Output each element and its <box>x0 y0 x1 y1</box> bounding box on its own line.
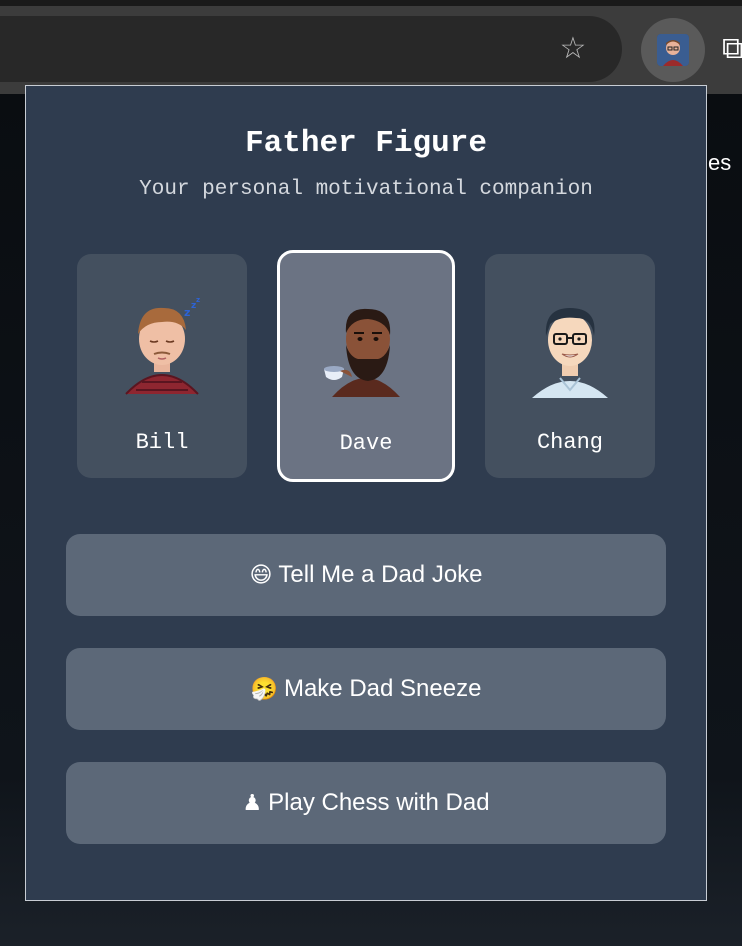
svg-text:z: z <box>196 296 200 304</box>
dad-name-bill: Bill <box>135 430 189 455</box>
page-partial-text: es <box>708 150 732 175</box>
star-icon[interactable]: ☆ <box>556 32 590 66</box>
dad-name-chang: Chang <box>536 430 603 455</box>
chess-label: Play Chess with Dad <box>268 789 490 816</box>
dad-joke-button[interactable]: 😄 Tell Me a Dad Joke <box>66 534 666 616</box>
dad-name-dave: Dave <box>339 431 393 456</box>
chang-avatar <box>532 308 608 398</box>
father-figure-extension-button[interactable] <box>641 18 705 82</box>
puzzle-icon[interactable]: ⧉ <box>722 30 742 68</box>
extension-popup: Father Figure Your personal motivational… <box>25 85 707 901</box>
father-figure-extension-icon <box>657 34 689 66</box>
dave-avatar <box>324 308 400 397</box>
bill-avatar: z z z <box>125 296 200 395</box>
dad-card-chang[interactable]: Chang <box>485 254 655 478</box>
chess-button[interactable]: ♟ Play Chess with Dad <box>66 762 666 844</box>
chess-pawn-icon: ♟ <box>242 790 263 816</box>
dad-joke-label: Tell Me a Dad Joke <box>278 561 483 588</box>
sneeze-label: Make Dad Sneeze <box>283 675 482 702</box>
address-bar[interactable] <box>0 16 622 82</box>
popup-subtitle: Your personal motivational companion <box>139 178 593 201</box>
popup-title: Father Figure <box>245 126 487 161</box>
grinning-face-icon: 😄 <box>249 562 273 588</box>
sneezing-face-icon: 🤧 <box>250 676 278 702</box>
dad-card-bill[interactable]: z z z Bill <box>77 254 247 478</box>
sneeze-button[interactable]: 🤧 Make Dad Sneeze <box>66 648 666 730</box>
dad-card-dave[interactable]: Dave <box>277 250 455 482</box>
svg-text:z: z <box>184 306 190 319</box>
